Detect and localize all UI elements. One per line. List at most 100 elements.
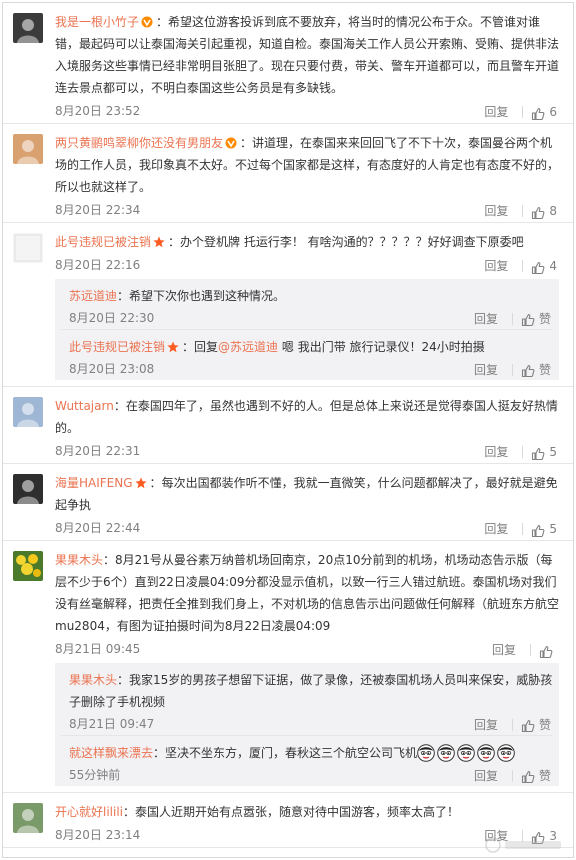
like-button[interactable]: 赞 — [521, 307, 551, 330]
action-divider — [522, 204, 524, 217]
thumbs-up-icon — [531, 204, 545, 219]
vip-badge-icon — [141, 13, 153, 28]
comment-text: 北京sail国安：确实泰国的机场应该整顿整顿了！ — [55, 856, 563, 857]
thumbs-up-icon — [531, 445, 545, 460]
comment-actions: 回复 5 — [484, 516, 557, 541]
username-link[interactable]: 果果木头 — [55, 553, 103, 567]
thumbs-up-icon — [531, 522, 545, 537]
reply-button[interactable]: 回复 — [474, 359, 498, 381]
like-label: 赞 — [538, 768, 551, 783]
colon-separator: ： — [117, 289, 130, 303]
content-text: 8月21号从曼谷素万纳普机场回南京，20点10分前到的机场，机场动态告示版（每层… — [55, 553, 560, 633]
username-link[interactable]: 海量HAIFENG — [55, 476, 133, 490]
colon-separator: ： — [103, 553, 116, 567]
star-badge-icon — [134, 474, 147, 489]
username-link[interactable]: 两只黄鹂鸣翠柳你还没有男朋友 — [55, 136, 223, 150]
comment-list: 我是一根小竹子 ：希望这位游客投诉到底不要放弃，将当时的情况公布于众。不管谁对谁错… — [2, 2, 574, 858]
content-text: 我家15岁的男孩子想留下证据，做了录像，还被泰国机场人员叫来保安，威胁孩子删除了… — [69, 673, 553, 709]
comment-body: 北京sail国安：确实泰国的机场应该整顿整顿了！8月20日 23:05回复3 — [55, 856, 563, 857]
reply-button[interactable]: 回复 — [474, 308, 498, 330]
username-link[interactable]: 苏远道迪 — [69, 289, 117, 303]
like-button[interactable] — [539, 638, 557, 662]
timestamp: 8月21日 09:45 — [55, 642, 141, 656]
comment-actions: 回复 赞 — [474, 713, 551, 736]
reply-text: 就这样飘来漂去：坚决不坐东方，厦门，春秋这三个航空公司飞机 — [69, 742, 553, 764]
thumbs-up-icon — [521, 312, 535, 326]
thumbs-up-icon — [531, 259, 545, 274]
comment-item: Wuttajarn：在泰国四年了，虽然也遇到不好的人。但是总体上来说还是觉得泰国… — [3, 387, 573, 464]
reply-item: 此号违规已被注销 ：回复@苏远道迪 嗯 我出门带 旅行记录仪！24小时拍摄 8月20… — [61, 330, 553, 380]
thumbs-up-icon — [521, 769, 535, 783]
reply-text: 果果木头：我家15岁的男孩子想留下证据，做了录像，还被泰国机场人员叫来保安，威胁… — [69, 669, 553, 713]
comment-actions: 回复 — [492, 637, 557, 662]
thumbs-up-icon — [521, 718, 535, 732]
colon-separator: ： — [123, 805, 136, 819]
like-button[interactable]: 5 — [531, 439, 557, 464]
timestamp: 8月20日 22:16 — [55, 258, 141, 272]
username-link[interactable]: 就这样飘来漂去 — [69, 746, 153, 760]
colon-separator: ： — [182, 340, 195, 354]
comment-text: 果果木头：8月21号从曼谷素万纳普机场回南京，20点10分前到的机场，机场动态告… — [55, 549, 563, 637]
username-link[interactable]: 果果木头 — [69, 673, 117, 687]
content-text: 坚决不坐东方，厦门，春秋这三个航空公司飞机 — [165, 746, 418, 760]
like-button[interactable]: 赞 — [521, 358, 551, 381]
avatar[interactable] — [13, 397, 43, 427]
action-divider — [522, 105, 524, 118]
reply-button[interactable]: 回复 — [484, 199, 508, 223]
colon-separator: ： — [113, 399, 126, 413]
reply-button[interactable]: 回复 — [484, 517, 508, 541]
reply-button[interactable]: 回复 — [484, 440, 508, 464]
action-divider — [522, 445, 524, 458]
username-link[interactable]: 开心就好lilili — [55, 805, 123, 819]
comment-text: Wuttajarn：在泰国四年了，虽然也遇到不好的人。但是总体上来说还是觉得泰国… — [55, 395, 563, 439]
like-count: 6 — [549, 104, 557, 119]
comment-meta: 8月20日 22:16 回复 4 — [55, 253, 563, 277]
comment-meta: 8月20日 22:31 回复 5 — [55, 439, 563, 463]
reply-button[interactable]: 回复 — [474, 714, 498, 736]
reply-button[interactable]: 回复 — [492, 638, 516, 662]
colon-separator: ： — [153, 746, 166, 760]
username-link[interactable]: 我是一根小竹子 — [55, 15, 139, 29]
reply-button[interactable]: 回复 — [484, 100, 508, 124]
comment-meta: 8月20日 23:08 回复 赞 — [69, 358, 553, 380]
like-count: 5 — [549, 444, 557, 459]
reply-button[interactable]: 回复 — [474, 765, 498, 787]
username-link[interactable]: Wuttajarn — [55, 399, 114, 413]
comment-actions: 回复 赞 — [474, 358, 551, 381]
avatar[interactable] — [13, 13, 43, 43]
like-button[interactable]: 4 — [531, 253, 557, 278]
like-button[interactable]: 赞 — [521, 713, 551, 736]
avatar[interactable] — [13, 233, 43, 263]
content-text: 泰国人近期开始有点嚣张，随意对待中国游客，频率太高了！ — [135, 805, 460, 819]
emoji-icon — [417, 744, 435, 762]
avatar[interactable] — [13, 134, 43, 164]
comment-body: 我是一根小竹子 ：希望这位游客投诉到底不要放弃，将当时的情况公布于众。不管谁对谁错… — [55, 11, 563, 123]
star-badge-icon — [167, 338, 179, 353]
like-button[interactable]: 赞 — [521, 764, 551, 787]
timestamp: 8月20日 23:14 — [55, 828, 141, 842]
like-button[interactable]: 5 — [531, 516, 557, 541]
reply-mention-link[interactable]: @苏远道迪 — [218, 340, 278, 354]
like-button[interactable]: 6 — [531, 99, 557, 124]
comment-actions: 回复 4 — [484, 253, 557, 278]
comment-body: Wuttajarn：在泰国四年了，虽然也遇到不好的人。但是总体上来说还是觉得泰国… — [55, 395, 563, 463]
reply-item: 果果木头：我家15岁的男孩子想留下证据，做了录像，还被泰国机场人员叫来保安，威胁… — [61, 663, 553, 736]
comment-meta: 8月21日 09:45 回复 — [55, 637, 563, 661]
comment-meta: 55分钟前 回复 赞 — [69, 764, 553, 786]
comment-meta: 8月20日 22:34 回复 8 — [55, 198, 563, 222]
comment-actions: 回复 6 — [484, 99, 557, 124]
reply-list: 苏远道迪：希望下次你也遇到这种情况。 8月20日 22:30 回复赞此号违规已被注销… — [55, 279, 559, 380]
username-link[interactable]: 此号违规已被注销 — [55, 235, 151, 249]
colon-separator: ： — [156, 15, 169, 29]
avatar[interactable] — [13, 551, 43, 581]
avatar[interactable] — [13, 474, 43, 504]
username-link[interactable]: 此号违规已被注销 — [69, 340, 165, 354]
action-divider — [522, 259, 524, 272]
comment-item: 海量HAIFENG ：每次出国都装作听不懂，我就一直微笑，什么问题都解决了，最好就… — [3, 464, 573, 541]
reply-button[interactable]: 回复 — [484, 254, 508, 278]
like-count: 8 — [549, 203, 557, 218]
thumbs-up-icon — [539, 643, 553, 659]
like-button[interactable]: 8 — [531, 198, 557, 223]
avatar[interactable] — [13, 803, 43, 833]
comment-item: 此号违规已被注销 ：办个登机牌 托运行李！ 有啥沟通的？？？？？好好调查下原委吧 8… — [3, 223, 573, 387]
